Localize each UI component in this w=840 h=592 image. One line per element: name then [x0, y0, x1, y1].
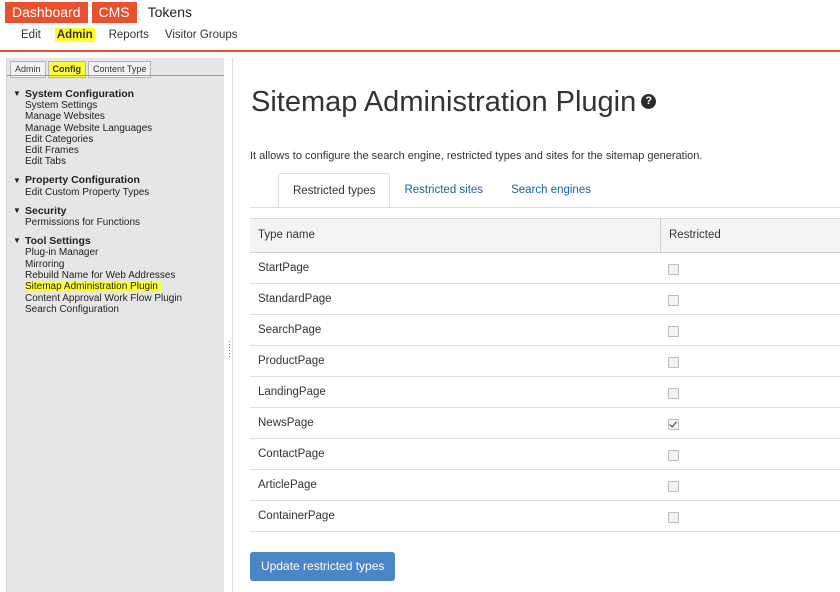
restricted-checkbox[interactable] [668, 512, 679, 523]
sidebar-item-search-configuration[interactable]: Search Configuration [13, 304, 221, 315]
group-header[interactable]: ▼ Security [13, 204, 221, 217]
group-property-configuration: ▼ Property Configuration Edit Custom Prop… [13, 174, 221, 198]
sidebar-item-edit-frames[interactable]: Edit Frames [13, 145, 221, 156]
group-tool-settings: ▼ Tool Settings Plug-in Manager Mirroring… [13, 234, 221, 315]
sidebar-item-system-settings[interactable]: System Settings [13, 100, 221, 111]
restricted-checkbox[interactable] [668, 357, 679, 368]
caret-down-icon: ▼ [13, 206, 21, 216]
caret-down-icon: ▼ [13, 89, 21, 98]
table-row: ContactPage [250, 439, 840, 470]
sidebar-item-permissions-for-functions[interactable]: Permissions for Functions [13, 217, 221, 228]
column-header-restricted[interactable]: Restricted [661, 219, 721, 252]
type-name-cell: SearchPage [258, 324, 322, 336]
tab-restricted-sites[interactable]: Restricted sites [390, 173, 497, 207]
group-header[interactable]: ▼ Property Configuration [13, 174, 221, 187]
product-tab-tokens[interactable]: Tokens [141, 2, 199, 23]
table-row: ProductPage [250, 346, 840, 377]
restricted-types-table: Type name Restricted StartPage StandardP… [250, 218, 840, 532]
sidebar-item-plug-in-manager[interactable]: Plug-in Manager [13, 247, 221, 258]
top-bar: Dashboard CMS Tokens Edit Admin Reports … [0, 0, 840, 52]
subnav-edit[interactable]: Edit [19, 28, 43, 42]
sidebar-item-edit-categories[interactable]: Edit Categories [13, 134, 221, 145]
admin-sidebar: Admin Config Content Type ▼ System Config… [6, 58, 225, 592]
type-name-cell: LandingPage [258, 386, 326, 398]
group-security: ▼ Security Permissions for Functions [13, 204, 221, 229]
type-name-cell: NewsPage [258, 417, 314, 429]
cms-subnav: Edit Admin Reports Visitor Groups [19, 28, 252, 42]
sidebar-tab-divider [7, 75, 224, 76]
caret-down-icon: ▼ [13, 175, 21, 185]
tabs-divider [250, 207, 840, 208]
group-system-configuration: ▼ System Configuration System Settings Ma… [13, 87, 221, 168]
column-header-type-name[interactable]: Type name [250, 219, 661, 252]
table-row: StartPage [250, 253, 840, 284]
restricted-checkbox[interactable] [668, 481, 679, 492]
subnav-admin[interactable]: Admin [54, 28, 95, 42]
table-header: Type name Restricted [250, 218, 840, 253]
table-row: SearchPage [250, 315, 840, 346]
product-nav: Dashboard CMS Tokens [5, 2, 203, 23]
type-name-cell: StandardPage [258, 293, 332, 305]
tab-restricted-types[interactable]: Restricted types [278, 173, 391, 209]
sidebar-item-rebuild-name[interactable]: Rebuild Name for Web Addresses [13, 270, 221, 281]
subnav-visitor-groups[interactable]: Visitor Groups [163, 28, 240, 42]
table-row: ArticlePage [250, 470, 840, 501]
type-name-cell: ProductPage [258, 355, 325, 367]
caret-down-icon: ▼ [13, 236, 21, 246]
group-header[interactable]: ▼ System Configuration [13, 87, 221, 100]
update-restricted-types-button[interactable]: Update restricted types [250, 552, 396, 581]
table-row: LandingPage [250, 377, 840, 408]
group-title: System Configuration [25, 87, 135, 100]
subnav-reports[interactable]: Reports [107, 28, 151, 42]
sidebar-item-content-approval[interactable]: Content Approval Work Flow Plugin [13, 293, 221, 304]
sidebar-item-edit-tabs[interactable]: Edit Tabs [13, 156, 221, 167]
type-name-cell: ArticlePage [258, 479, 317, 491]
sidebar-item-label: Sitemap Administration Plugin [25, 281, 161, 293]
group-title: Tool Settings [25, 234, 91, 247]
type-name-cell: ContainerPage [258, 510, 335, 522]
product-tab-cms[interactable]: CMS [91, 2, 137, 23]
sidebar-item-manage-website-languages[interactable]: Manage Website Languages [13, 123, 221, 134]
sidebar-item-manage-websites[interactable]: Manage Websites [13, 111, 221, 122]
sidebar-item-mirroring[interactable]: Mirroring [13, 259, 221, 270]
restricted-checkbox[interactable] [668, 295, 679, 306]
table-row: ContainerPage [250, 501, 840, 532]
sidebar-item-sitemap-administration-plugin[interactable]: Sitemap Administration Plugin [13, 281, 221, 293]
main-content: Sitemap Administration Plugin? It allows… [233, 52, 840, 592]
type-name-cell: ContactPage [258, 448, 325, 460]
restricted-checkbox[interactable] [668, 326, 679, 337]
restricted-checkbox[interactable] [668, 450, 679, 461]
sidebar-item-edit-custom-property-types[interactable]: Edit Custom Property Types [13, 187, 221, 198]
splitter-grip-icon[interactable]: · · · · · · [228, 337, 231, 361]
table-row: StandardPage [250, 284, 840, 315]
restricted-checkbox[interactable] [668, 264, 679, 275]
page-description: It allows to configure the search engine… [250, 150, 703, 162]
page-title: Sitemap Administration Plugin? [251, 86, 657, 119]
restricted-checkbox[interactable] [668, 388, 679, 399]
help-icon[interactable]: ? [641, 93, 657, 109]
group-title: Property Configuration [25, 174, 140, 187]
page-title-text: Sitemap Administration Plugin [251, 86, 637, 118]
sidebar-groups: ▼ System Configuration System Settings Ma… [13, 87, 221, 321]
tab-search-engines[interactable]: Search engines [497, 173, 605, 207]
plugin-tabs: Restricted types Restricted sites Search… [278, 173, 605, 209]
type-name-cell: StartPage [258, 262, 310, 274]
group-header[interactable]: ▼ Tool Settings [13, 234, 221, 247]
table-row: NewsPage [250, 408, 840, 439]
group-title: Security [25, 204, 67, 217]
restricted-checkbox[interactable] [668, 419, 679, 430]
product-tab-dashboard[interactable]: Dashboard [5, 2, 88, 23]
panel-splitter[interactable] [224, 58, 233, 592]
